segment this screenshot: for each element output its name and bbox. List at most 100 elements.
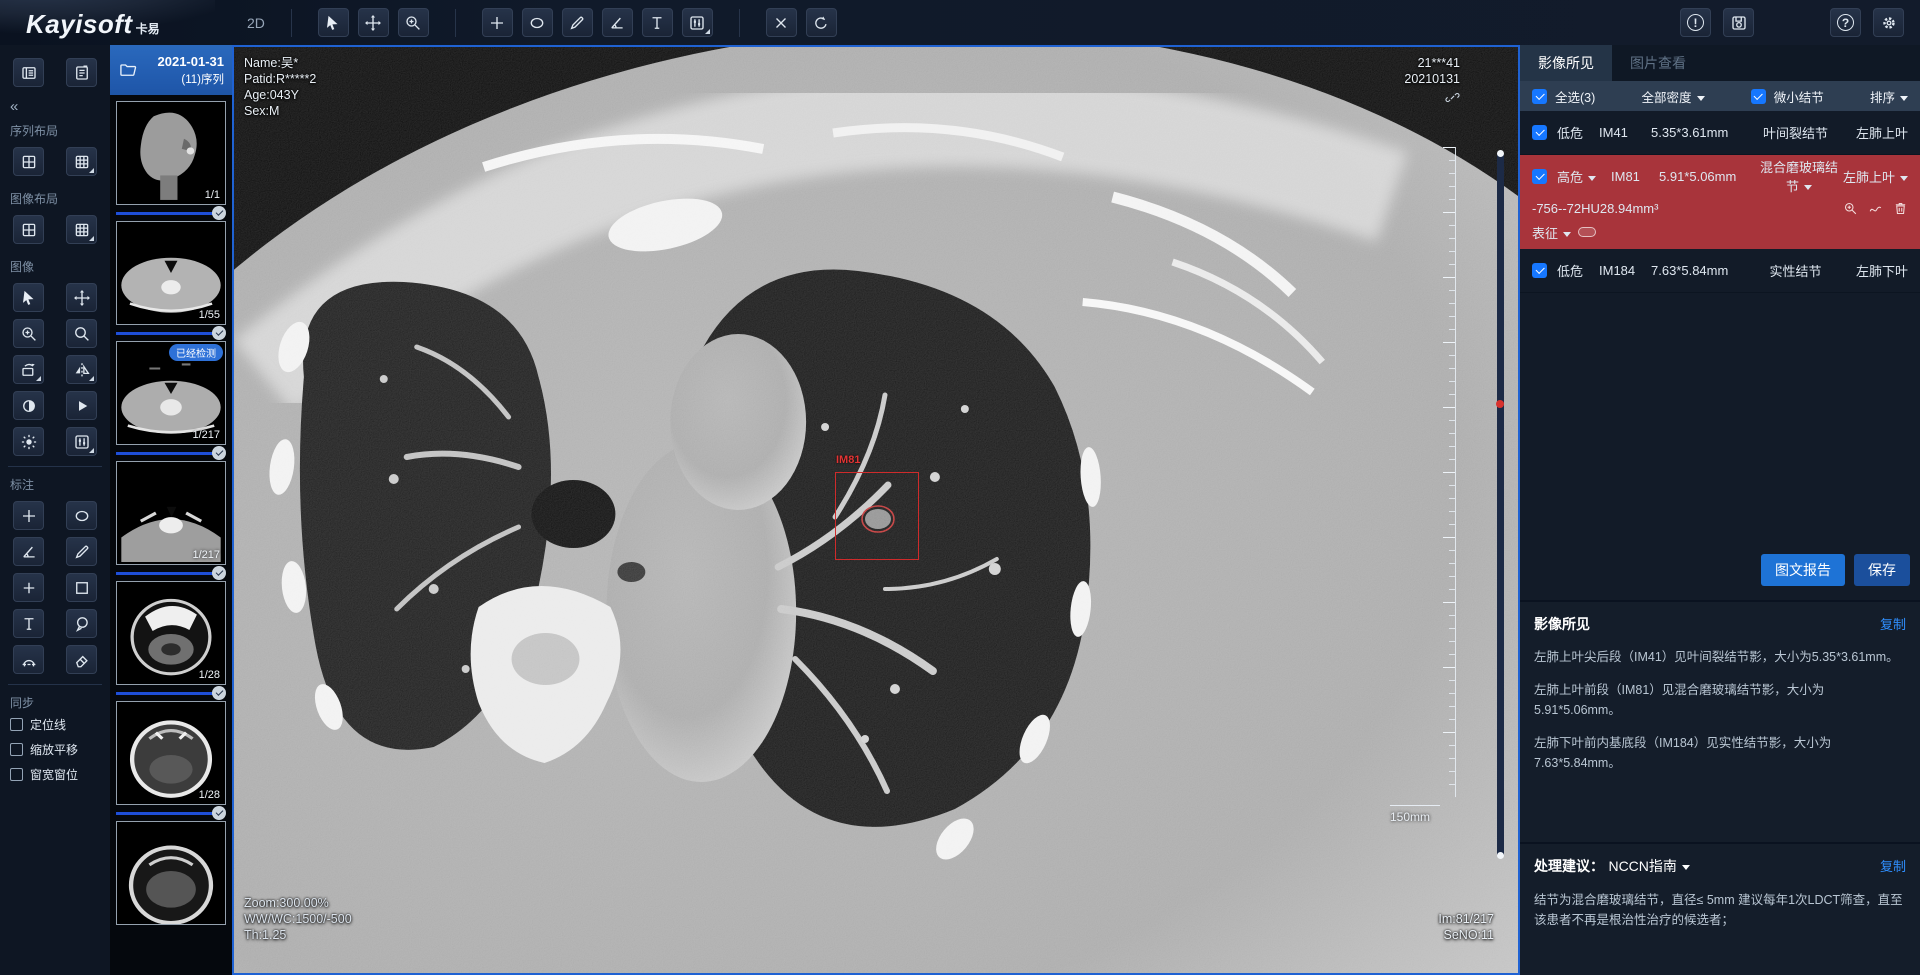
zoom-tool-button[interactable] xyxy=(398,8,429,37)
checkbox-unchecked[interactable] xyxy=(10,718,23,731)
micro-nodule-label[interactable]: 微小结节 xyxy=(1774,87,1824,106)
nodule-checkbox[interactable] xyxy=(1532,169,1547,184)
thumbnail-neck-series[interactable]: 1/55 xyxy=(116,221,226,325)
delete-nodule-icon[interactable] xyxy=(1893,201,1908,216)
rotate-image-button[interactable] xyxy=(13,355,44,384)
sync-window-option[interactable]: 窗宽窗位 xyxy=(0,762,110,787)
pencil-annotate-button[interactable] xyxy=(66,537,97,566)
reset-rotate-button[interactable] xyxy=(806,8,837,37)
pointer-tool-button[interactable] xyxy=(13,283,44,312)
speech-bubble-icon xyxy=(73,615,91,633)
graphic-report-button[interactable]: 图文报告 xyxy=(1761,554,1845,586)
point-annotate-button[interactable] xyxy=(13,573,44,602)
sync-localizer-option[interactable]: 定位线 xyxy=(0,712,110,737)
angle-tool-button[interactable] xyxy=(602,8,633,37)
invert-contrast-button[interactable] xyxy=(13,391,44,420)
rectangle-annotate-button[interactable] xyxy=(66,573,97,602)
delete-annotation-button[interactable] xyxy=(766,8,797,37)
ellipse-annotate-button[interactable] xyxy=(66,501,97,530)
series-header[interactable]: 2021-01-31 (11)序列 xyxy=(110,45,232,95)
text-annotate-button[interactable] xyxy=(13,609,44,638)
nodule-row-im184[interactable]: 低危 IM184 7.63*5.84mm 实性结节 左肺下叶 xyxy=(1520,249,1920,293)
pan-tool-button[interactable] xyxy=(358,8,389,37)
sort-dropdown[interactable]: 排序 xyxy=(1870,87,1908,106)
density-filter-dropdown[interactable]: 全部密度 xyxy=(1642,87,1705,106)
thumbnail-head-series-partial[interactable] xyxy=(116,821,226,925)
scroll-bottom-dot[interactable] xyxy=(1497,852,1504,859)
pointer-tool-button[interactable] xyxy=(318,8,349,37)
collapse-sidebar-button[interactable]: « xyxy=(0,94,110,115)
feature-dropdown[interactable]: 表征 xyxy=(1532,223,1571,242)
nodule-checkbox[interactable] xyxy=(1532,125,1547,140)
copy-findings-button[interactable]: 复制 xyxy=(1880,614,1906,633)
thumb-count: 1/28 xyxy=(199,789,220,801)
image-layout-2x2-button[interactable] xyxy=(13,215,44,244)
thumbnail-head-series[interactable]: 1/28 xyxy=(116,581,226,685)
feature-toggle[interactable] xyxy=(1578,227,1596,237)
magnify-tool-button[interactable] xyxy=(66,319,97,348)
zoom-in-icon xyxy=(404,14,422,32)
alert-button[interactable]: ! xyxy=(1680,8,1711,37)
thumbnail-head-series[interactable]: 1/28 xyxy=(116,701,226,805)
settings-button[interactable] xyxy=(1873,8,1904,37)
callout-annotate-button[interactable] xyxy=(66,609,97,638)
ellipse-tool-button[interactable] xyxy=(522,8,553,37)
tab-image-view[interactable]: 图片查看 xyxy=(1612,45,1704,81)
select-all-checkbox[interactable] xyxy=(1532,89,1547,104)
crosshair-tool-button[interactable] xyxy=(482,8,513,37)
crosshair-annotate-button[interactable] xyxy=(13,501,44,530)
contour-icon[interactable] xyxy=(1868,201,1883,216)
brightness-button[interactable] xyxy=(13,427,44,456)
micro-nodule-checkbox[interactable] xyxy=(1751,89,1766,104)
nodule-row-im41[interactable]: 低危 IM41 5.35*3.61mm 叶间裂结节 左肺上叶 xyxy=(1520,111,1920,155)
cobb-annotate-button[interactable] xyxy=(13,645,44,674)
filter-bar: 全选(3) 全部密度 微小结节 排序 xyxy=(1520,81,1920,111)
text-tool-button[interactable] xyxy=(642,8,673,37)
nodule-type-dropdown[interactable]: 混合磨玻璃结节 xyxy=(1755,157,1843,195)
save-study-button[interactable] xyxy=(1723,8,1754,37)
thumbnail-chest-series-detected[interactable]: 已经检测 1/217 xyxy=(116,341,226,445)
chevron-down-icon xyxy=(1900,176,1908,181)
pan-tool-button[interactable] xyxy=(66,283,97,312)
flip-image-button[interactable] xyxy=(66,355,97,384)
zoom-in-tool-button[interactable] xyxy=(13,319,44,348)
nodule-position-marker[interactable] xyxy=(1496,400,1504,408)
save-button[interactable]: 保存 xyxy=(1854,554,1910,586)
series-panel-toggle-button[interactable] xyxy=(13,58,44,87)
angle-annotate-button[interactable] xyxy=(13,537,44,566)
series-layout-2x2-button[interactable] xyxy=(13,147,44,176)
scroll-top-dot[interactable] xyxy=(1497,150,1504,157)
nodule-row-im81-selected[interactable]: 高危 IM81 5.91*5.06mm 混合磨玻璃结节 左肺上叶 -756--7… xyxy=(1520,155,1920,249)
nodule-location-dropdown[interactable]: 左肺上叶 xyxy=(1843,167,1908,186)
sync-zoom-pan-option[interactable]: 缩放平移 xyxy=(0,737,110,762)
copy-suggestion-button[interactable]: 复制 xyxy=(1880,856,1906,875)
link-button[interactable] xyxy=(1445,90,1460,109)
report-panel-button[interactable] xyxy=(66,58,97,87)
chevron-down-icon xyxy=(1804,185,1812,190)
window-level-button[interactable] xyxy=(66,427,97,456)
guideline-dropdown[interactable]: NCCN指南 xyxy=(1608,858,1689,874)
tab-imaging-findings[interactable]: 影像所见 xyxy=(1520,45,1612,81)
image-layout-3x3-button[interactable] xyxy=(66,215,97,244)
ct-viewport[interactable]: IM81 Name:吴* Patid:R*****2 Age:043Y Sex:… xyxy=(232,45,1520,975)
cine-play-button[interactable] xyxy=(66,391,97,420)
eraser-button[interactable] xyxy=(66,645,97,674)
help-button[interactable]: ? xyxy=(1830,8,1861,37)
slice-scrollbar[interactable] xyxy=(1497,152,1504,857)
checkbox-unchecked[interactable] xyxy=(10,743,23,756)
pencil-tool-button[interactable] xyxy=(562,8,593,37)
chevron-down-icon xyxy=(1588,176,1596,181)
nodule-checkbox[interactable] xyxy=(1532,263,1547,278)
nodule-location: 左肺上叶 xyxy=(1840,123,1908,142)
risk-level-dropdown[interactable]: 高危 xyxy=(1557,167,1611,186)
thumbnail-chest-series[interactable]: 1/217 xyxy=(116,461,226,565)
checkbox-unchecked[interactable] xyxy=(10,768,23,781)
sync-option-label: 定位线 xyxy=(30,716,66,733)
select-all-label[interactable]: 全选(3) xyxy=(1555,87,1595,106)
nodule-roi-box[interactable] xyxy=(835,472,919,560)
window-level-tool-button[interactable] xyxy=(682,8,713,37)
magnify-nodule-icon[interactable] xyxy=(1843,201,1858,216)
series-layout-3x3-button[interactable] xyxy=(66,147,97,176)
findings-title: 影像所见 xyxy=(1534,614,1906,634)
thumbnail-scout[interactable]: 1/1 xyxy=(116,101,226,205)
